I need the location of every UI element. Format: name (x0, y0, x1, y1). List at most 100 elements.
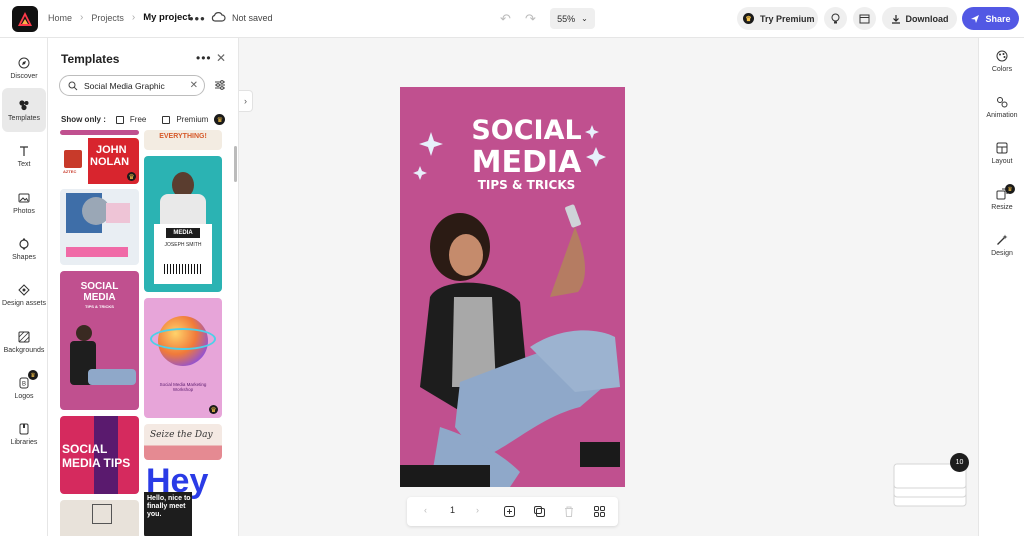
undo-icon[interactable]: ↶ (500, 11, 511, 27)
artboard-heading-line2[interactable]: MEDIA (414, 145, 625, 180)
rail-colors[interactable]: Colors (979, 50, 1024, 73)
templates-panel: Templates ••• ✕ Social Media Graphic ✕ S… (48, 38, 239, 536)
rail-label: Colors (991, 66, 1013, 73)
rail-label: Photos (13, 207, 35, 215)
premium-label: Premium (176, 115, 209, 124)
panel-scrollbar[interactable] (234, 146, 237, 182)
chevron-down-icon: ⌄ (581, 14, 588, 23)
lightbulb-icon (831, 13, 840, 23)
thumb-text: SOCIAL (80, 281, 119, 292)
rail-label: Resize (991, 204, 1013, 211)
rail-photos[interactable]: Photos (2, 181, 46, 225)
next-page-icon[interactable]: › (476, 505, 479, 515)
premium-checkbox[interactable] (162, 115, 171, 124)
template-thumbnail[interactable]: Seize the Day (144, 424, 222, 460)
template-thumbnail[interactable]: AZTEC JOHN NOLAN ♛ (60, 138, 139, 184)
shoe-shape (580, 442, 620, 467)
crown-icon: ♛ (214, 114, 226, 125)
save-status: Not saved (232, 13, 273, 23)
rail-label: Design (991, 250, 1013, 257)
filter-icon[interactable] (214, 79, 226, 94)
crown-icon: ♛ (209, 405, 218, 414)
thumb-text: MEDIA TIPS (62, 456, 131, 470)
rail-discover[interactable]: Discover (2, 46, 46, 90)
template-thumbnail[interactable]: Hey Hello, nice to finally meet you. (144, 468, 222, 536)
design-artboard[interactable]: SOCIAL MEDIA TIPS & TRICKS (400, 87, 625, 487)
libraries-icon (19, 423, 29, 434)
grid-view-icon[interactable] (594, 506, 605, 517)
project-title[interactable]: My project (143, 12, 191, 23)
thumb-text: EVERYTHING! (159, 133, 207, 140)
add-page-icon[interactable] (504, 506, 515, 517)
duplicate-page-icon[interactable] (534, 506, 545, 517)
thumb-text: AZTEC (63, 169, 77, 174)
arm-shape (550, 227, 586, 297)
download-label: Download (905, 13, 949, 24)
rail-design-assets[interactable]: Design assets (2, 273, 46, 317)
rail-label: Libraries (10, 438, 38, 446)
free-checkbox[interactable] (115, 115, 124, 124)
try-premium-button[interactable]: ♛ Try Premium (737, 7, 818, 30)
design-assets-icon (18, 283, 30, 296)
breadcrumb-home[interactable]: Home (48, 13, 72, 23)
collapse-panel-button[interactable]: › (239, 90, 253, 112)
app-logo-icon[interactable] (12, 6, 38, 32)
page-number: 1 (450, 505, 456, 515)
template-thumbnail[interactable]: MEDIA JOSEPH SMITH (144, 156, 222, 292)
rail-shapes[interactable]: Shapes (2, 227, 46, 271)
previous-page-icon[interactable]: ‹ (424, 505, 427, 515)
template-thumbnail[interactable]: SOCIAL MEDIA TIPS (60, 416, 139, 494)
logos-icon: B (19, 377, 29, 388)
premium-crown-icon: ♛ (1005, 184, 1015, 194)
backgrounds-icon (18, 331, 30, 342)
lightbulb-button[interactable] (824, 7, 847, 30)
rail-backgrounds[interactable]: Backgrounds (2, 320, 46, 364)
template-thumbnail[interactable]: EVERYTHING! (144, 130, 222, 150)
chevron-right-icon: › (131, 12, 136, 23)
more-options-icon[interactable]: ••• (189, 11, 206, 26)
rail-label: Backgrounds (3, 346, 45, 354)
zoom-select[interactable]: 55% ⌄ (550, 8, 595, 29)
layout-icon (996, 142, 1008, 154)
artboard-heading-line1[interactable]: SOCIAL (414, 115, 625, 146)
left-rail: Discover Templates Text Photos Shapes De… (0, 38, 48, 536)
rail-resize[interactable]: Resize ♛ (979, 184, 1024, 211)
rail-design[interactable]: Design (979, 234, 1024, 257)
clear-search-icon[interactable]: ✕ (190, 80, 198, 91)
thumb-text: Hello, nice to finally meet you. (147, 495, 191, 518)
template-thumbnail[interactable] (60, 130, 139, 135)
template-thumbnail[interactable]: Social Media Marketing Workshop ♛ (144, 298, 222, 418)
download-button[interactable]: Download (882, 7, 957, 30)
thumb-text: JOSEPH SMITH (164, 242, 202, 248)
rail-text[interactable]: Text (2, 134, 46, 178)
cloud-icon (211, 11, 226, 26)
rail-label: Text (17, 160, 31, 168)
close-icon[interactable]: ✕ (216, 51, 226, 65)
chevron-right-icon: › (244, 96, 247, 106)
phone-shape (565, 204, 581, 228)
rail-templates[interactable]: Templates (2, 88, 46, 132)
delete-page-icon[interactable] (564, 506, 574, 517)
premium-crown-icon: ♛ (28, 370, 38, 380)
crown-icon: ♛ (743, 13, 754, 24)
schedule-button[interactable] (853, 7, 876, 30)
rail-animation[interactable]: Animation (979, 96, 1024, 119)
template-thumbnail[interactable] (60, 500, 139, 536)
face-shape (449, 234, 483, 276)
rail-layout[interactable]: Layout (979, 142, 1024, 165)
more-options-icon[interactable]: ••• (196, 51, 212, 65)
calendar-icon (859, 14, 870, 24)
share-button[interactable]: Share (962, 7, 1019, 30)
thumb-text: NOLAN (90, 156, 130, 168)
artboard-subheading[interactable]: TIPS & TRICKS (414, 178, 625, 192)
breadcrumb-projects[interactable]: Projects (91, 13, 124, 23)
template-thumbnail[interactable] (60, 189, 139, 265)
rail-label: Logos (14, 392, 34, 400)
page-navigation-bar: ‹ 1 › (407, 497, 618, 526)
search-input[interactable]: Social Media Graphic ✕ (59, 75, 205, 96)
send-icon (971, 14, 980, 23)
template-thumbnail[interactable]: SOCIAL MEDIA TIPS & TRICKS (60, 271, 139, 410)
rail-logos[interactable]: B Logos ♛ (2, 366, 46, 410)
redo-icon[interactable]: ↷ (525, 11, 536, 27)
rail-libraries[interactable]: Libraries (2, 412, 46, 456)
